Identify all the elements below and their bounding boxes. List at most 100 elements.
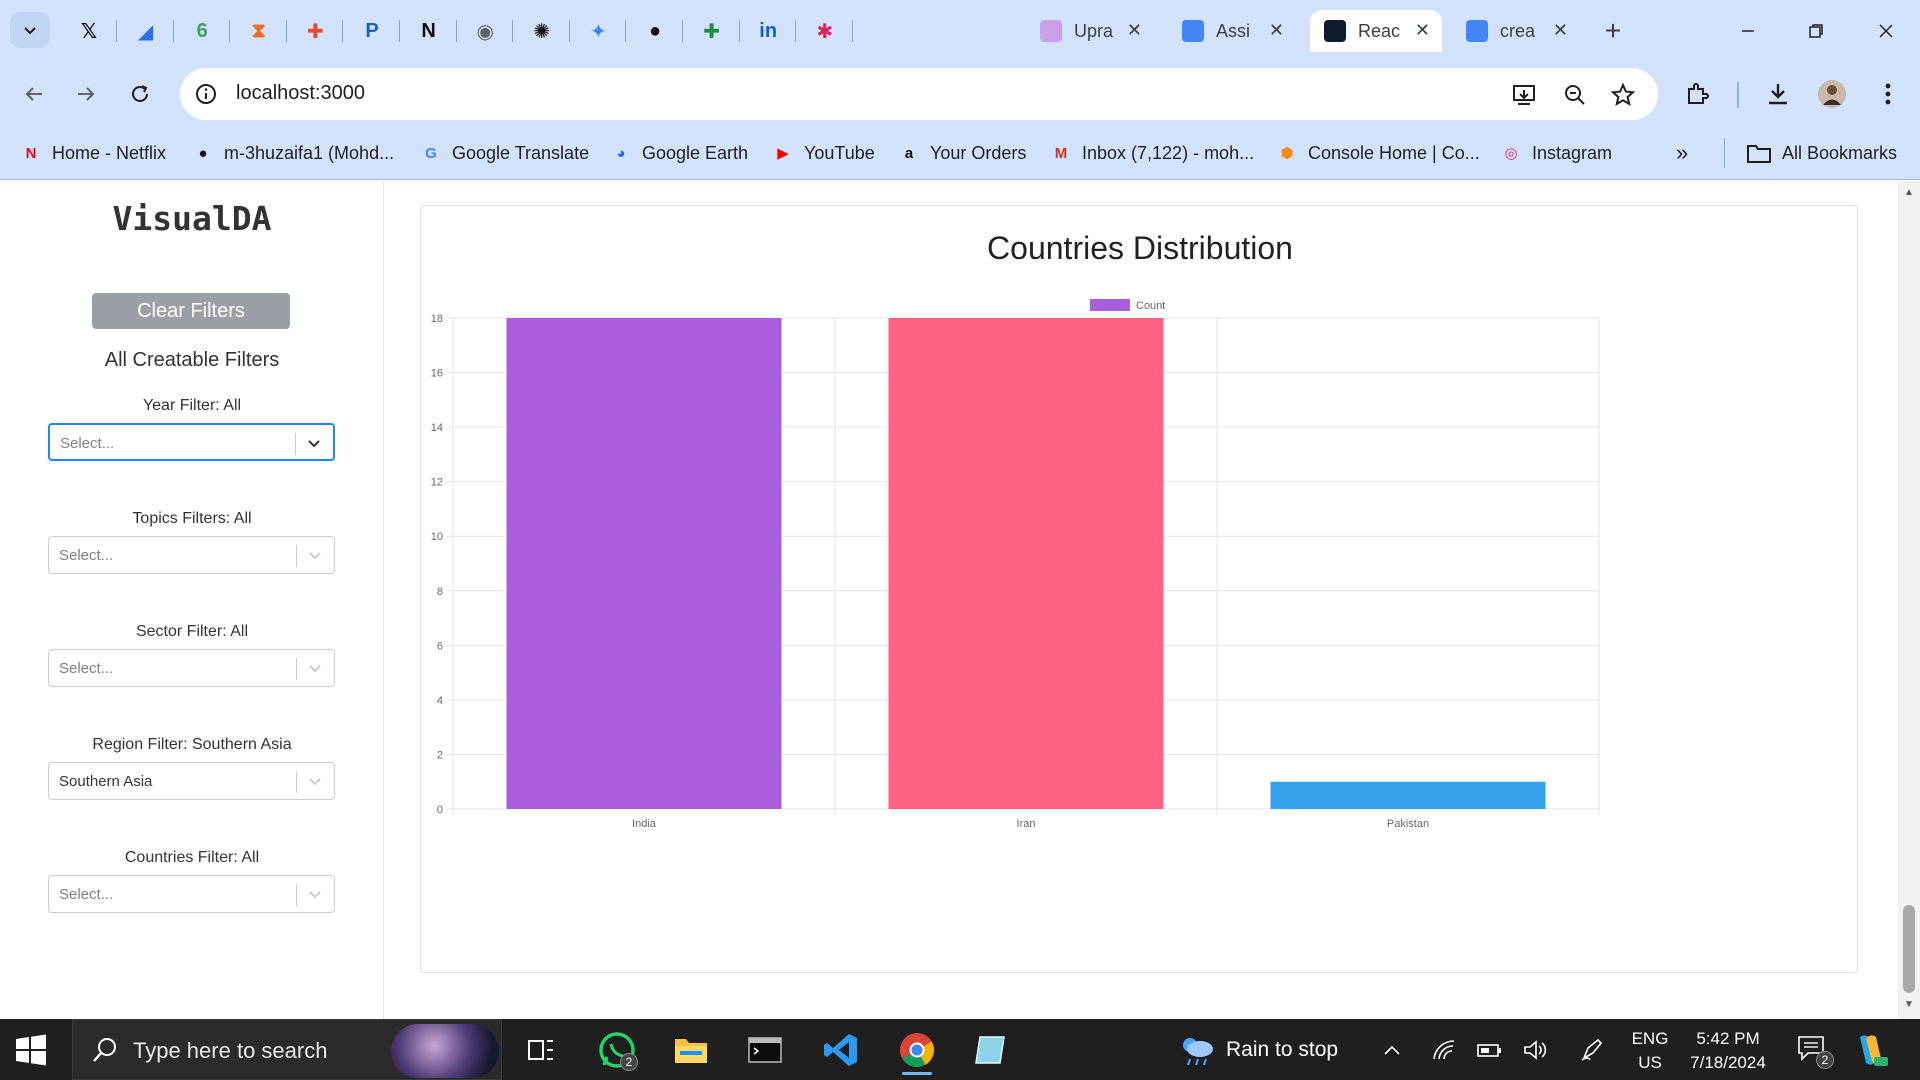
pinned-tab-app-3[interactable]: ⧗ (242, 14, 276, 48)
instagram-icon: ◎ (1504, 145, 1518, 162)
bookmark-item[interactable]: ◕ Google Earth (610, 138, 748, 168)
taskbar-terminal[interactable] (742, 1027, 788, 1073)
taskbar-vscode[interactable] (818, 1027, 864, 1073)
pinned-tab-globe[interactable]: ◉ (468, 14, 502, 48)
battery-status[interactable] (1476, 1036, 1504, 1064)
bookmark-item[interactable]: N Home - Netflix (20, 138, 166, 168)
url-text[interactable]: localhost:3000 (236, 82, 365, 105)
pinned-tab-x[interactable]: 𝕏 (72, 14, 106, 48)
bookmark-star-button[interactable] (1608, 80, 1638, 110)
scroll-thumb[interactable] (1903, 905, 1915, 993)
pinned-tab-linkedin[interactable]: in (751, 14, 785, 48)
filter-select[interactable]: Southern Asia (48, 762, 335, 800)
filter-select[interactable]: Select... (48, 875, 335, 913)
volume-control[interactable] (1522, 1036, 1550, 1064)
forward-button[interactable] (68, 76, 104, 112)
new-tab-button[interactable]: + (1596, 14, 1630, 48)
pinned-tab-github[interactable]: ● (638, 14, 672, 48)
filter-select[interactable]: Select... (48, 649, 335, 687)
clear-filters-button[interactable]: Clear Filters (92, 293, 290, 329)
extensions-button[interactable] (1680, 76, 1716, 112)
filter-label: Countries Filter: All (124, 849, 260, 866)
bar-pakistan (1270, 781, 1546, 809)
avatar-icon (1818, 80, 1846, 108)
browser-tab[interactable]: Assi ✕ (1168, 10, 1296, 52)
close-tab-icon[interactable]: ✕ (1415, 20, 1430, 41)
y-tick-label: 8 (437, 586, 443, 598)
site-info-button[interactable] (188, 76, 224, 112)
taskbar-chrome[interactable] (894, 1027, 940, 1075)
folder-icon (1747, 145, 1771, 163)
close-window-button[interactable] (1866, 14, 1906, 48)
address-bar[interactable]: localhost:3000 (180, 68, 1658, 120)
copilot-icon (1860, 1035, 1888, 1066)
chevron-down-icon[interactable] (305, 659, 325, 679)
input-language[interactable]: ENG US (1630, 1027, 1670, 1075)
browser-tab[interactable]: Reac ✕ (1310, 10, 1442, 52)
restore-button[interactable] (1796, 14, 1836, 48)
browser-tab[interactable]: crea ✕ (1452, 10, 1580, 52)
browser-tab[interactable]: Upra ✕ (1026, 10, 1154, 52)
system-clock[interactable]: 5:42 PM 7/18/2024 (1682, 1027, 1774, 1075)
chevron-down-icon[interactable] (305, 885, 325, 905)
minimize-button[interactable] (1728, 14, 1768, 48)
bookmark-item[interactable]: M Inbox (7,122) - moh... (1050, 138, 1254, 168)
filter-select[interactable]: Select... (48, 536, 335, 574)
bookmark-label: Inbox (7,122) - moh... (1082, 142, 1255, 163)
bookmark-item[interactable]: a Your Orders (898, 138, 1027, 168)
bookmark-item[interactable]: ● m-3huzaifa1 (Mohd... (192, 138, 394, 168)
all-bookmarks-button[interactable]: All Bookmarks (1746, 138, 1897, 168)
scroll-up-arrow-icon[interactable]: ▲ (1904, 187, 1914, 198)
pinned-tab-gemini[interactable]: ✦ (581, 14, 615, 48)
network-status[interactable] (1430, 1036, 1458, 1064)
pinned-tab-chatgpt[interactable]: ✺ (525, 14, 559, 48)
downloads-button[interactable] (1760, 76, 1796, 112)
scroll-down-arrow-icon[interactable]: ▼ (1904, 999, 1914, 1010)
tab-search-button[interactable] (10, 12, 50, 48)
taskbar-notes-app[interactable] (968, 1027, 1014, 1073)
taskbar-search[interactable]: Type here to search (72, 1019, 502, 1080)
zoom-button[interactable] (1560, 80, 1590, 110)
filter-select-placeholder: Select... (60, 435, 115, 452)
pinned-tab-paypal[interactable]: P (355, 14, 389, 48)
close-tab-icon[interactable]: ✕ (1127, 20, 1142, 41)
show-hidden-icons-button[interactable] (1378, 1036, 1406, 1064)
filter-select-value: Southern Asia (59, 773, 153, 790)
weather-widget[interactable]: Rain to stop (1178, 1033, 1338, 1067)
taskbar-whatsapp[interactable]: 2 (594, 1027, 640, 1073)
chevron-down-icon[interactable] (305, 546, 325, 566)
start-button[interactable] (14, 1033, 48, 1067)
profile-avatar[interactable] (1814, 76, 1850, 112)
close-tab-icon[interactable]: ✕ (1553, 20, 1568, 41)
legend-label[interactable]: Count (1136, 300, 1165, 312)
browser-menu-button[interactable] (1870, 76, 1906, 112)
pinned-tab-slack[interactable]: ✱ (808, 14, 842, 48)
chevron-down-icon[interactable] (305, 772, 325, 792)
chevron-down-icon[interactable] (304, 434, 324, 454)
filter-select[interactable]: Select... (48, 423, 335, 461)
pinned-tab-app-2[interactable]: 6 (185, 14, 219, 48)
notepad-icon (975, 1036, 1005, 1064)
bookmarks-overflow-button[interactable]: » (1676, 140, 1688, 166)
pinned-tab-sheets[interactable]: ✚ (695, 14, 729, 48)
pinned-tab-notion[interactable]: N (412, 14, 446, 48)
bookmark-item[interactable]: G Google Translate (420, 138, 589, 168)
task-view-button[interactable] (518, 1027, 564, 1073)
copilot-button[interactable] (1852, 1031, 1890, 1069)
clock-time: 5:42 PM (1696, 1029, 1760, 1048)
reload-button[interactable] (122, 76, 158, 112)
pinned-tab-app-1[interactable]: ◢ (129, 14, 163, 48)
page-scrollbar[interactable]: ▲ ▼ (1898, 181, 1920, 1019)
back-button[interactable] (16, 76, 52, 112)
bookmark-item[interactable]: ⬢ Console Home | Co... (1276, 138, 1479, 168)
taskbar-file-explorer[interactable] (668, 1027, 714, 1073)
bookmark-item[interactable]: ◎ Instagram (1500, 138, 1612, 168)
notion-icon: N (421, 19, 436, 42)
pinned-tab-figma[interactable]: ✚ (298, 14, 332, 48)
bookmark-item[interactable]: ▶ YouTube (772, 138, 875, 168)
app-brand: VisualDA (112, 199, 272, 238)
install-app-button[interactable] (1510, 80, 1540, 110)
close-tab-icon[interactable]: ✕ (1269, 20, 1284, 41)
pen-menu-button[interactable] (1578, 1036, 1606, 1064)
notification-center-button[interactable]: 2 (1796, 1033, 1834, 1069)
